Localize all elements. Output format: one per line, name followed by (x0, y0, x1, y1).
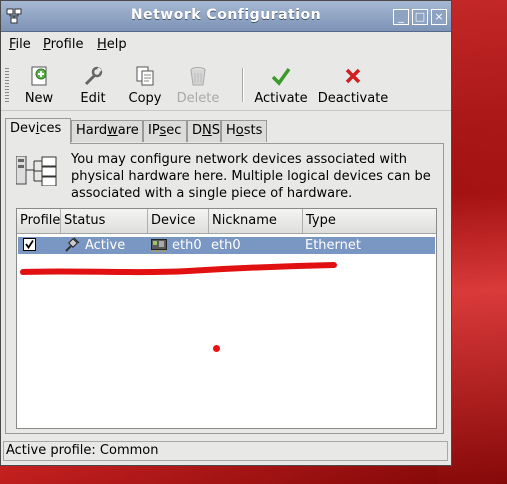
new-label: New (24, 91, 54, 106)
devices-list-header: Profile Status Device Nickname Type (17, 209, 436, 234)
menu-help[interactable]: Help (97, 37, 127, 52)
maximize-button[interactable]: □ (412, 9, 428, 25)
edit-label: Edit (80, 91, 106, 106)
copy-button[interactable]: Copy (125, 62, 165, 108)
column-nickname[interactable]: Nickname (209, 209, 303, 233)
title-bar[interactable]: Network Configuration _ □ × (1, 1, 451, 32)
tab-dns[interactable]: DNS (187, 120, 221, 142)
deactivate-button[interactable]: Deactivate (317, 62, 389, 108)
row-device: eth0 (172, 238, 202, 253)
menu-bar: File Profile Help (1, 32, 451, 56)
close-button[interactable]: × (431, 9, 447, 25)
new-document-icon (31, 66, 47, 86)
deactivate-label: Deactivate (317, 91, 389, 106)
devices-list[interactable]: Profile Status Device Nickname Type Acti… (16, 208, 437, 429)
row-nickname: eth0 (211, 238, 241, 253)
column-status[interactable]: Status (61, 209, 148, 233)
delete-label: Delete (176, 91, 220, 106)
row-status: Active (85, 238, 126, 253)
tab-hardware[interactable]: Hardware (71, 120, 143, 142)
trash-icon (190, 67, 206, 86)
table-row[interactable]: Active eth0 eth0 Ethernet (18, 237, 435, 254)
status-bar: Active profile: Common (3, 441, 448, 461)
checkmark-icon (25, 240, 34, 250)
toolbar: New Edit Copy Delete Activate Deactivate (1, 58, 451, 111)
red-annotation-underline (20, 262, 337, 276)
activate-label: Activate (254, 91, 308, 106)
tab-devices[interactable]: Devices (5, 118, 71, 144)
column-device[interactable]: Device (148, 209, 209, 233)
column-type[interactable]: Type (303, 209, 436, 233)
new-button[interactable]: New (19, 62, 59, 108)
tab-ipsec[interactable]: IPsec (143, 120, 187, 142)
menu-file[interactable]: File (9, 37, 31, 52)
delete-button[interactable]: Delete (175, 62, 221, 108)
copy-icon (136, 66, 154, 86)
toolbar-grip[interactable] (5, 68, 9, 102)
toolbar-separator (242, 68, 244, 102)
checkmark-icon (271, 67, 291, 86)
devices-info-text: You may configure network devices associ… (71, 152, 431, 201)
copy-label: Copy (128, 91, 162, 106)
window-title: Network Configuration (130, 7, 322, 23)
column-profile[interactable]: Profile (17, 209, 61, 233)
network-devices-icon (16, 156, 57, 186)
network-configuration-window: Network Configuration _ □ × File Profile… (0, 0, 452, 466)
menu-profile[interactable]: Profile (43, 37, 83, 52)
minimize-button[interactable]: _ (393, 9, 409, 25)
plug-status-icon (65, 237, 80, 252)
profile-checkbox[interactable] (23, 238, 36, 251)
ethernet-card-icon (151, 239, 167, 252)
activate-button[interactable]: Activate (253, 62, 309, 108)
edit-button[interactable]: Edit (73, 62, 113, 108)
wrench-icon (84, 66, 103, 86)
row-type: Ethernet (305, 238, 361, 253)
x-icon (345, 68, 361, 84)
tab-hosts[interactable]: Hosts (221, 120, 267, 142)
devices-panel: You may configure network devices associ… (5, 143, 444, 434)
red-annotation-dot (213, 345, 220, 352)
